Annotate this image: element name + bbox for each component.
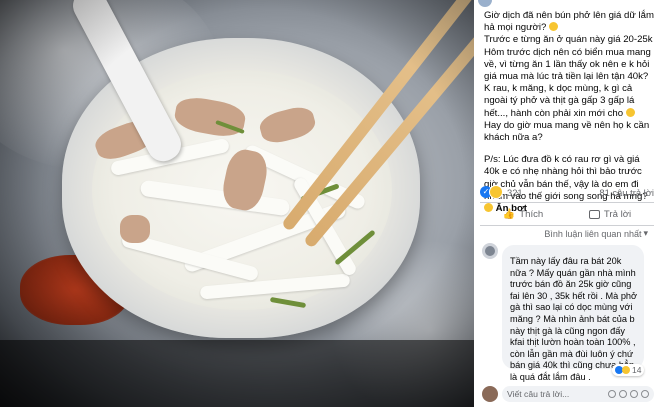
reply-button[interactable]: Trả lời <box>588 208 632 220</box>
divider <box>480 225 654 226</box>
emoji-icon[interactable] <box>608 390 616 398</box>
comment-reactions[interactable]: 14 <box>612 364 645 376</box>
post-line: K rau, k măng, k dọc mùng, k gì cả ngoài… <box>484 83 635 119</box>
reaction-summary[interactable]: ✓ 321 81 câu trả lời <box>480 184 654 200</box>
comment-icon <box>588 209 600 219</box>
post-line: Hôm trước dịch nên có biển mua mang về, … <box>484 46 651 83</box>
like-button[interactable]: 👍 Thích <box>503 209 543 220</box>
haha-icon <box>622 366 630 374</box>
post-sidebar: Giờ dịch đã nên bún phở lên giá dữ lắm h… <box>474 0 660 407</box>
comment-sort-dropdown[interactable]: Bình luận liên quan nhất ▾ <box>544 228 648 239</box>
comment-reaction-count: 14 <box>632 365 642 375</box>
like-label: Thích <box>519 208 544 220</box>
reply-input[interactable]: Viết câu trả lời... <box>502 386 654 402</box>
reply-label: Trả lời <box>603 208 632 220</box>
author-avatar[interactable] <box>478 0 492 7</box>
emoji-icon <box>625 107 635 117</box>
camera-icon[interactable] <box>619 390 627 398</box>
sticker-icon[interactable] <box>641 390 649 398</box>
haha-icon <box>489 185 503 199</box>
reaction-count: 321 <box>507 186 523 198</box>
post-line: Hay do giờ mua mang về nên họ k cần khác… <box>484 119 650 144</box>
post-photo[interactable] <box>0 0 474 407</box>
thumbs-up-icon: 👍 <box>502 208 516 220</box>
post-line: Trước e từng ăn ở quán này giá 20-25k <box>484 34 653 46</box>
sort-label: Bình luận liên quan nhất <box>544 228 642 239</box>
post-line: Giờ dịch đã nên bún phở lên giá dữ lắm h… <box>484 10 654 34</box>
photo-dark-edge <box>0 340 474 407</box>
user-avatar <box>482 386 498 402</box>
emoji-icon <box>549 22 558 32</box>
divider <box>480 202 654 203</box>
comment-count[interactable]: 81 câu trả lời <box>599 187 654 198</box>
reply-composer: Viết câu trả lời... <box>482 385 654 403</box>
chevron-down-icon: ▾ <box>643 228 648 238</box>
reply-placeholder: Viết câu trả lời... <box>507 389 570 399</box>
post-actions: 👍 Thích Trả lời <box>480 205 654 223</box>
commenter-avatar[interactable] <box>482 243 498 259</box>
gif-icon[interactable] <box>630 390 638 398</box>
